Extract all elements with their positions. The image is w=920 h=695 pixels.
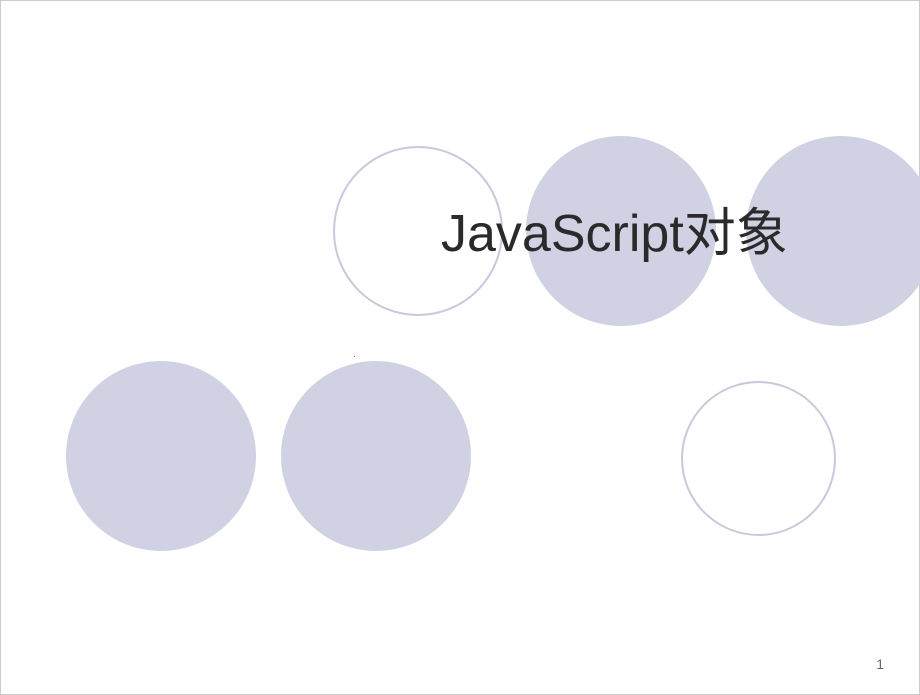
decorative-circle [281,361,471,551]
center-mark: . [353,349,356,360]
decorative-circle-outline [681,381,836,536]
slide-title: JavaScript对象 [441,191,788,266]
slide-container: JavaScript对象 . 1 [0,0,920,695]
decorative-circle [66,361,256,551]
page-number: 1 [876,656,884,672]
